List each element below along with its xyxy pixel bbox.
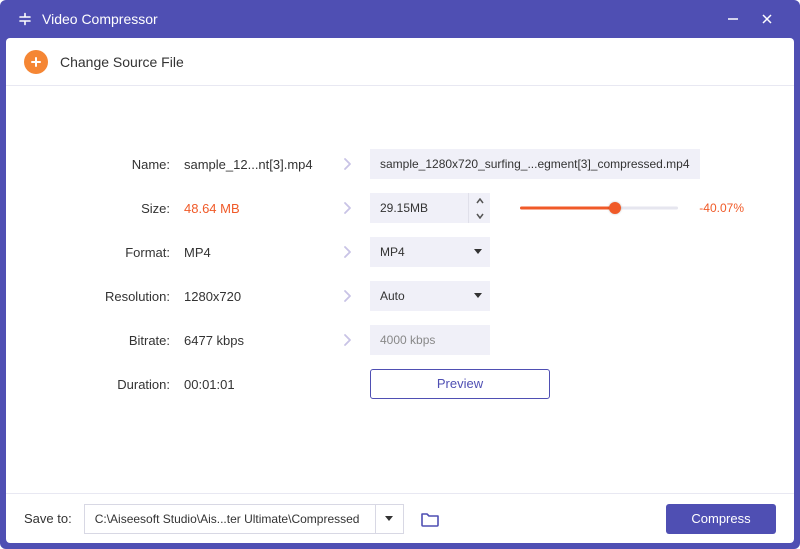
arrow-icon: [332, 157, 362, 171]
chevron-down-icon: [466, 237, 490, 267]
size-step-down[interactable]: [469, 208, 490, 223]
source-bitrate: 6477 kbps: [184, 333, 324, 348]
form-body: Name: sample_12...nt[3].mp4 sample_1280x…: [6, 86, 794, 493]
source-name: sample_12...nt[3].mp4: [184, 157, 324, 172]
save-path-select[interactable]: C:\Aiseesoft Studio\Ais...ter Ultimate\C…: [84, 504, 404, 534]
output-size-value[interactable]: 29.15MB: [370, 193, 468, 223]
label-bitrate: Bitrate:: [56, 333, 176, 348]
output-format-value: MP4: [370, 237, 466, 267]
source-duration: 00:01:01: [184, 377, 324, 392]
label-duration: Duration:: [56, 377, 176, 392]
size-slider[interactable]: [520, 202, 678, 214]
arrow-icon: [332, 201, 362, 215]
arrow-icon: [332, 333, 362, 347]
app-icon: [16, 10, 34, 28]
change-source-label[interactable]: Change Source File: [60, 54, 184, 70]
footer: Save to: C:\Aiseesoft Studio\Ais...ter U…: [6, 493, 794, 543]
label-name: Name:: [56, 157, 176, 172]
preview-button[interactable]: Preview: [370, 369, 550, 399]
save-path-value: C:\Aiseesoft Studio\Ais...ter Ultimate\C…: [85, 505, 375, 533]
row-name: Name: sample_12...nt[3].mp4 sample_1280x…: [56, 142, 744, 186]
size-step-up[interactable]: [469, 193, 490, 208]
output-bitrate: 4000 kbps: [370, 325, 490, 355]
row-size: Size: 48.64 MB 29.15MB: [56, 186, 744, 230]
save-to-label: Save to:: [24, 511, 72, 526]
window-frame: Video Compressor Change Source File Name…: [0, 0, 800, 549]
client-area: Change Source File Name: sample_12...nt[…: [6, 38, 794, 543]
output-resolution-value: Auto: [370, 281, 466, 311]
arrow-icon: [332, 289, 362, 303]
output-name-input[interactable]: sample_1280x720_surfing_...egment[3]_com…: [370, 149, 700, 179]
compress-button[interactable]: Compress: [666, 504, 776, 534]
arrow-icon: [332, 245, 362, 259]
row-duration: Duration: 00:01:01 Preview: [56, 362, 744, 406]
close-button[interactable]: [750, 0, 784, 38]
label-format: Format:: [56, 245, 176, 260]
row-bitrate: Bitrate: 6477 kbps 4000 kbps: [56, 318, 744, 362]
source-size: 48.64 MB: [184, 201, 324, 216]
row-format: Format: MP4 MP4: [56, 230, 744, 274]
add-source-button[interactable]: [24, 50, 48, 74]
window-title: Video Compressor: [42, 11, 158, 27]
output-size-spinner[interactable]: 29.15MB: [370, 193, 490, 223]
output-format-select[interactable]: MP4: [370, 237, 490, 267]
label-size: Size:: [56, 201, 176, 216]
chevron-down-icon: [466, 281, 490, 311]
label-resolution: Resolution:: [56, 289, 176, 304]
titlebar: Video Compressor: [0, 0, 800, 38]
minimize-button[interactable]: [716, 0, 750, 38]
open-folder-button[interactable]: [416, 505, 444, 533]
output-resolution-select[interactable]: Auto: [370, 281, 490, 311]
header-bar: Change Source File: [6, 38, 794, 86]
row-resolution: Resolution: 1280x720 Auto: [56, 274, 744, 318]
chevron-down-icon: [375, 505, 403, 533]
source-resolution: 1280x720: [184, 289, 324, 304]
source-format: MP4: [184, 245, 324, 260]
reduction-pct: -40.07%: [692, 201, 744, 215]
